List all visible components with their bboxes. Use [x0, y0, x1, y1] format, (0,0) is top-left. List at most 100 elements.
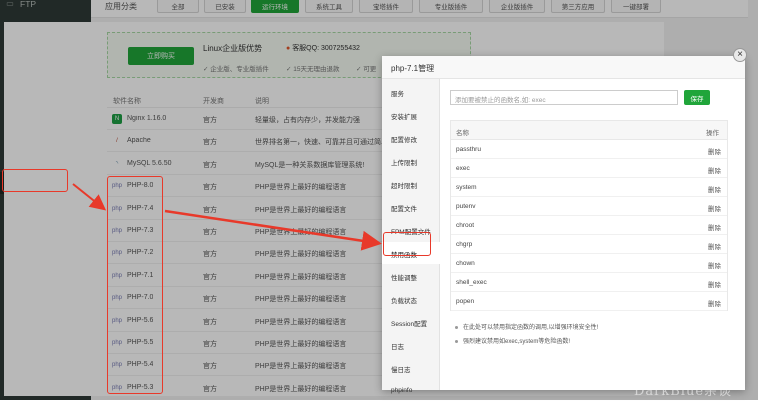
- function-row: passthru 删除: [451, 140, 727, 159]
- disable-function-input[interactable]: 添加要被禁止的函数名,如: exec: [450, 90, 678, 105]
- delete-function-link[interactable]: 删除: [708, 146, 721, 156]
- developer: 官方: [203, 229, 217, 236]
- software-logo-icon: ◝: [115, 161, 119, 168]
- qq-icon: ●: [286, 45, 291, 52]
- developer: 官方: [203, 251, 217, 259]
- delete-function-link[interactable]: 删除: [708, 184, 721, 194]
- category-bar: 应用分类 全部 已安装 运行环境 系统工具 宝塔插件 专业版插件 企业版插件 第三方应用 一键部…: [91, 0, 748, 18]
- function-name: popen: [456, 298, 475, 305]
- category-tab[interactable]: 运行环境: [251, 0, 299, 13]
- developer: 官方: [203, 273, 217, 281]
- developer: 官方: [203, 363, 217, 371]
- modal-menu-item[interactable]: 超时限制: [382, 173, 440, 195]
- software-name: Nginx 1.16.0: [127, 115, 167, 122]
- delete-function-link[interactable]: 删除: [708, 222, 721, 232]
- tip-text: 在此处可以禁用指定函数的调用,以增强环境安全性!: [463, 325, 599, 331]
- delete-function-link[interactable]: 删除: [708, 241, 721, 251]
- promo-feature-text: 企业版、专业版插件: [210, 66, 269, 73]
- modal-menu-item[interactable]: Session配置: [382, 311, 440, 333]
- function-name: putenv: [456, 203, 476, 210]
- function-row: chgrp 删除: [451, 235, 727, 254]
- delete-function-link[interactable]: 删除: [708, 260, 721, 270]
- developer: 官方: [203, 117, 217, 124]
- modal-menu-item[interactable]: 配置修改: [382, 127, 440, 149]
- watermark: DarkBlue杂谈: [634, 384, 733, 399]
- bullet-icon: [455, 339, 458, 343]
- developer: 官方: [203, 206, 217, 214]
- promo-feature-text: 可更: [363, 66, 377, 73]
- category-tab[interactable]: 企业版插件: [489, 0, 545, 13]
- category-tab[interactable]: 一键部署: [611, 0, 661, 13]
- function-row: chroot 删除: [451, 216, 727, 235]
- highlight-disable-functions: [383, 232, 431, 256]
- software-name: Apache: [127, 137, 151, 145]
- developer: 官方: [203, 184, 217, 192]
- promo-feature-text: 15天无理由退款: [293, 66, 340, 73]
- modal-menu-item[interactable]: 配置文件: [382, 196, 440, 218]
- promo-feature: ✓ 可更: [356, 66, 377, 73]
- bullet-icon: [455, 325, 458, 329]
- software-logo-icon: N: [112, 114, 122, 124]
- developer: 官方: [203, 318, 217, 326]
- function-row: putenv 删除: [451, 197, 727, 216]
- function-name: passthru: [456, 146, 481, 153]
- function-name: chgrp: [456, 241, 473, 248]
- save-button[interactable]: 保存: [684, 90, 710, 105]
- tip: 在此处可以禁用指定函数的调用,以增强环境安全性!: [455, 322, 598, 331]
- delete-function-link[interactable]: 删除: [708, 298, 721, 308]
- developer: 官方: [203, 296, 217, 304]
- function-name: chown: [456, 260, 475, 267]
- modal-menu-item[interactable]: 安装扩展: [382, 104, 440, 126]
- function-name: system: [456, 184, 477, 191]
- category-tab[interactable]: 宝塔插件: [359, 0, 413, 13]
- function-row: exec 删除: [451, 159, 727, 178]
- promo-title: Linux企业版优势: [203, 44, 263, 53]
- modal-menu-item[interactable]: 负载状态: [382, 288, 440, 310]
- modal-title: php-7.1管理: [382, 56, 745, 79]
- modal-menu-item[interactable]: 慢日志: [382, 357, 440, 379]
- col-func-op: 操作: [706, 130, 719, 137]
- promo-feature: ✓ 企业版、专业版插件: [203, 66, 269, 73]
- promo-qq-text: 客服QQ: 3007255432: [292, 45, 360, 52]
- function-row: system 删除: [451, 178, 727, 197]
- function-name: exec: [456, 165, 470, 172]
- delete-function-link[interactable]: 删除: [708, 279, 721, 289]
- ftp-icon: ▭: [6, 0, 14, 8]
- category-label: 应用分类: [105, 2, 137, 11]
- modal-menu-item[interactable]: 性能调整: [382, 265, 440, 287]
- sidebar-item[interactable]: ▭ FTP: [0, 0, 91, 15]
- promo-feature: ✓ 15天无理由退款: [286, 66, 340, 73]
- modal-menu-item[interactable]: 日志: [382, 334, 440, 356]
- promo-qq: ● 客服QQ: 3007255432: [286, 43, 360, 53]
- function-row: popen 删除: [451, 292, 727, 311]
- developer: 官方: [203, 161, 217, 169]
- col-description: 说明: [255, 98, 269, 105]
- category-tab[interactable]: 系统工具: [305, 0, 353, 13]
- tip-text: 强烈建议禁用如exec,system等危险函数!: [463, 339, 571, 345]
- functions-table-header: 名称 操作: [451, 121, 727, 140]
- disabled-functions-table: 名称 操作 passthru 删除 exec 删除 system 删除 putenv 删除 ch…: [450, 120, 728, 311]
- software-logo-icon: /: [116, 138, 118, 145]
- modal-menu-item[interactable]: phpinfo: [382, 380, 440, 402]
- tip: 强烈建议禁用如exec,system等危险函数!: [455, 336, 570, 345]
- function-row: chown 删除: [451, 254, 727, 273]
- col-func-name: 名称: [456, 130, 469, 137]
- delete-function-link[interactable]: 删除: [708, 203, 721, 213]
- category-tab[interactable]: 专业版插件: [419, 0, 483, 13]
- modal-menu-item[interactable]: 服务: [382, 81, 440, 103]
- buy-now-button[interactable]: 立即购买: [128, 47, 194, 65]
- highlight-php-versions: [107, 176, 163, 394]
- highlight-software-store: [2, 169, 68, 192]
- category-tab[interactable]: 已安装: [204, 0, 246, 13]
- modal-menu-item[interactable]: 上传限制: [382, 150, 440, 172]
- software-name: MySQL 5.6.50: [127, 159, 172, 167]
- function-name: shell_exec: [456, 279, 487, 286]
- category-tab[interactable]: 全部: [157, 0, 199, 13]
- delete-function-link[interactable]: 删除: [708, 165, 721, 175]
- sidebar-item-label: FTP: [20, 0, 37, 9]
- category-tab[interactable]: 第三方应用: [551, 0, 605, 13]
- col-name: 软件名称: [113, 98, 141, 105]
- function-row: shell_exec 删除: [451, 273, 727, 292]
- close-icon[interactable]: ×: [733, 48, 747, 62]
- function-name: chroot: [456, 222, 475, 229]
